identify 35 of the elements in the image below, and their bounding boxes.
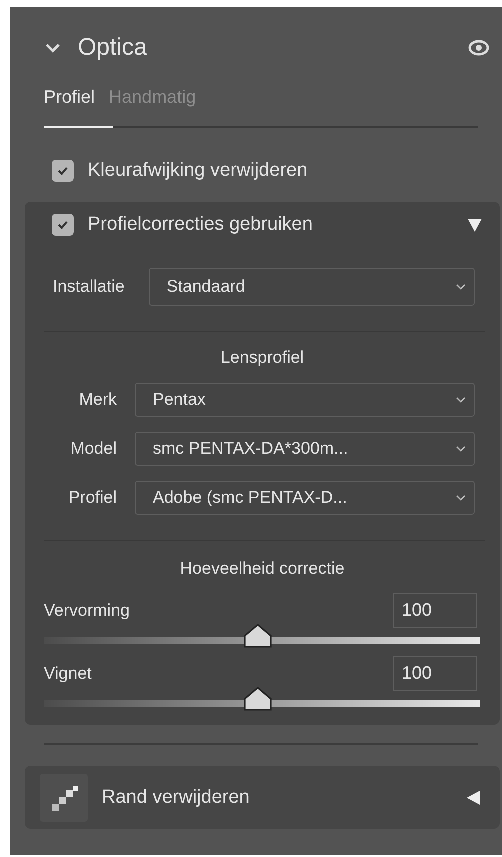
dropdown[interactable]: Adobe (smc PENTAX-D... [135, 481, 475, 515]
field-label: Merk [78, 390, 117, 410]
staircase-icon [40, 774, 88, 822]
eye-icon[interactable] [468, 40, 490, 56]
field-label: Profiel [68, 488, 117, 508]
checkbox-label: Profielcorrecties gebruiken [88, 214, 314, 236]
checkbox[interactable] [52, 214, 74, 236]
checkbox-label: Kleurafwijking verwijderen [88, 160, 309, 182]
field-label: Model [70, 439, 117, 459]
triangle-icon[interactable] [466, 790, 482, 806]
triangle-icon[interactable] [467, 217, 483, 233]
chevron-icon [456, 397, 466, 403]
panel-title: Optica [78, 34, 148, 62]
tab[interactable]: Profiel [44, 87, 96, 108]
chevron-icon [456, 446, 466, 452]
dropdown[interactable]: Standaard [148, 268, 475, 306]
chevron-icon[interactable] [45, 43, 61, 53]
checkmark-icon [57, 165, 69, 177]
chevron-icon [456, 495, 466, 501]
dropdown[interactable]: smc PENTAX-DA*300m... [135, 432, 475, 466]
dropdown[interactable]: Pentax [135, 383, 475, 417]
value-field[interactable]: 100 [393, 593, 477, 628]
section-header[interactable]: Rand verwijderen [25, 766, 500, 829]
checkmark-icon [57, 219, 69, 231]
chevron-icon [456, 284, 466, 290]
value-field[interactable]: 100 [393, 656, 477, 691]
slider-label: Vignet [44, 664, 92, 684]
checkbox[interactable] [52, 160, 74, 182]
section-heading: Hoeveelheid correctie [179, 559, 346, 579]
slider-thumb[interactable] [244, 687, 272, 711]
slider-label: Vervorming [44, 600, 130, 620]
slider-thumb[interactable] [244, 624, 272, 648]
field-label: Installatie [53, 277, 125, 297]
section-heading: Lensprofiel [220, 348, 306, 368]
section-title: Rand verwijderen [102, 786, 251, 808]
